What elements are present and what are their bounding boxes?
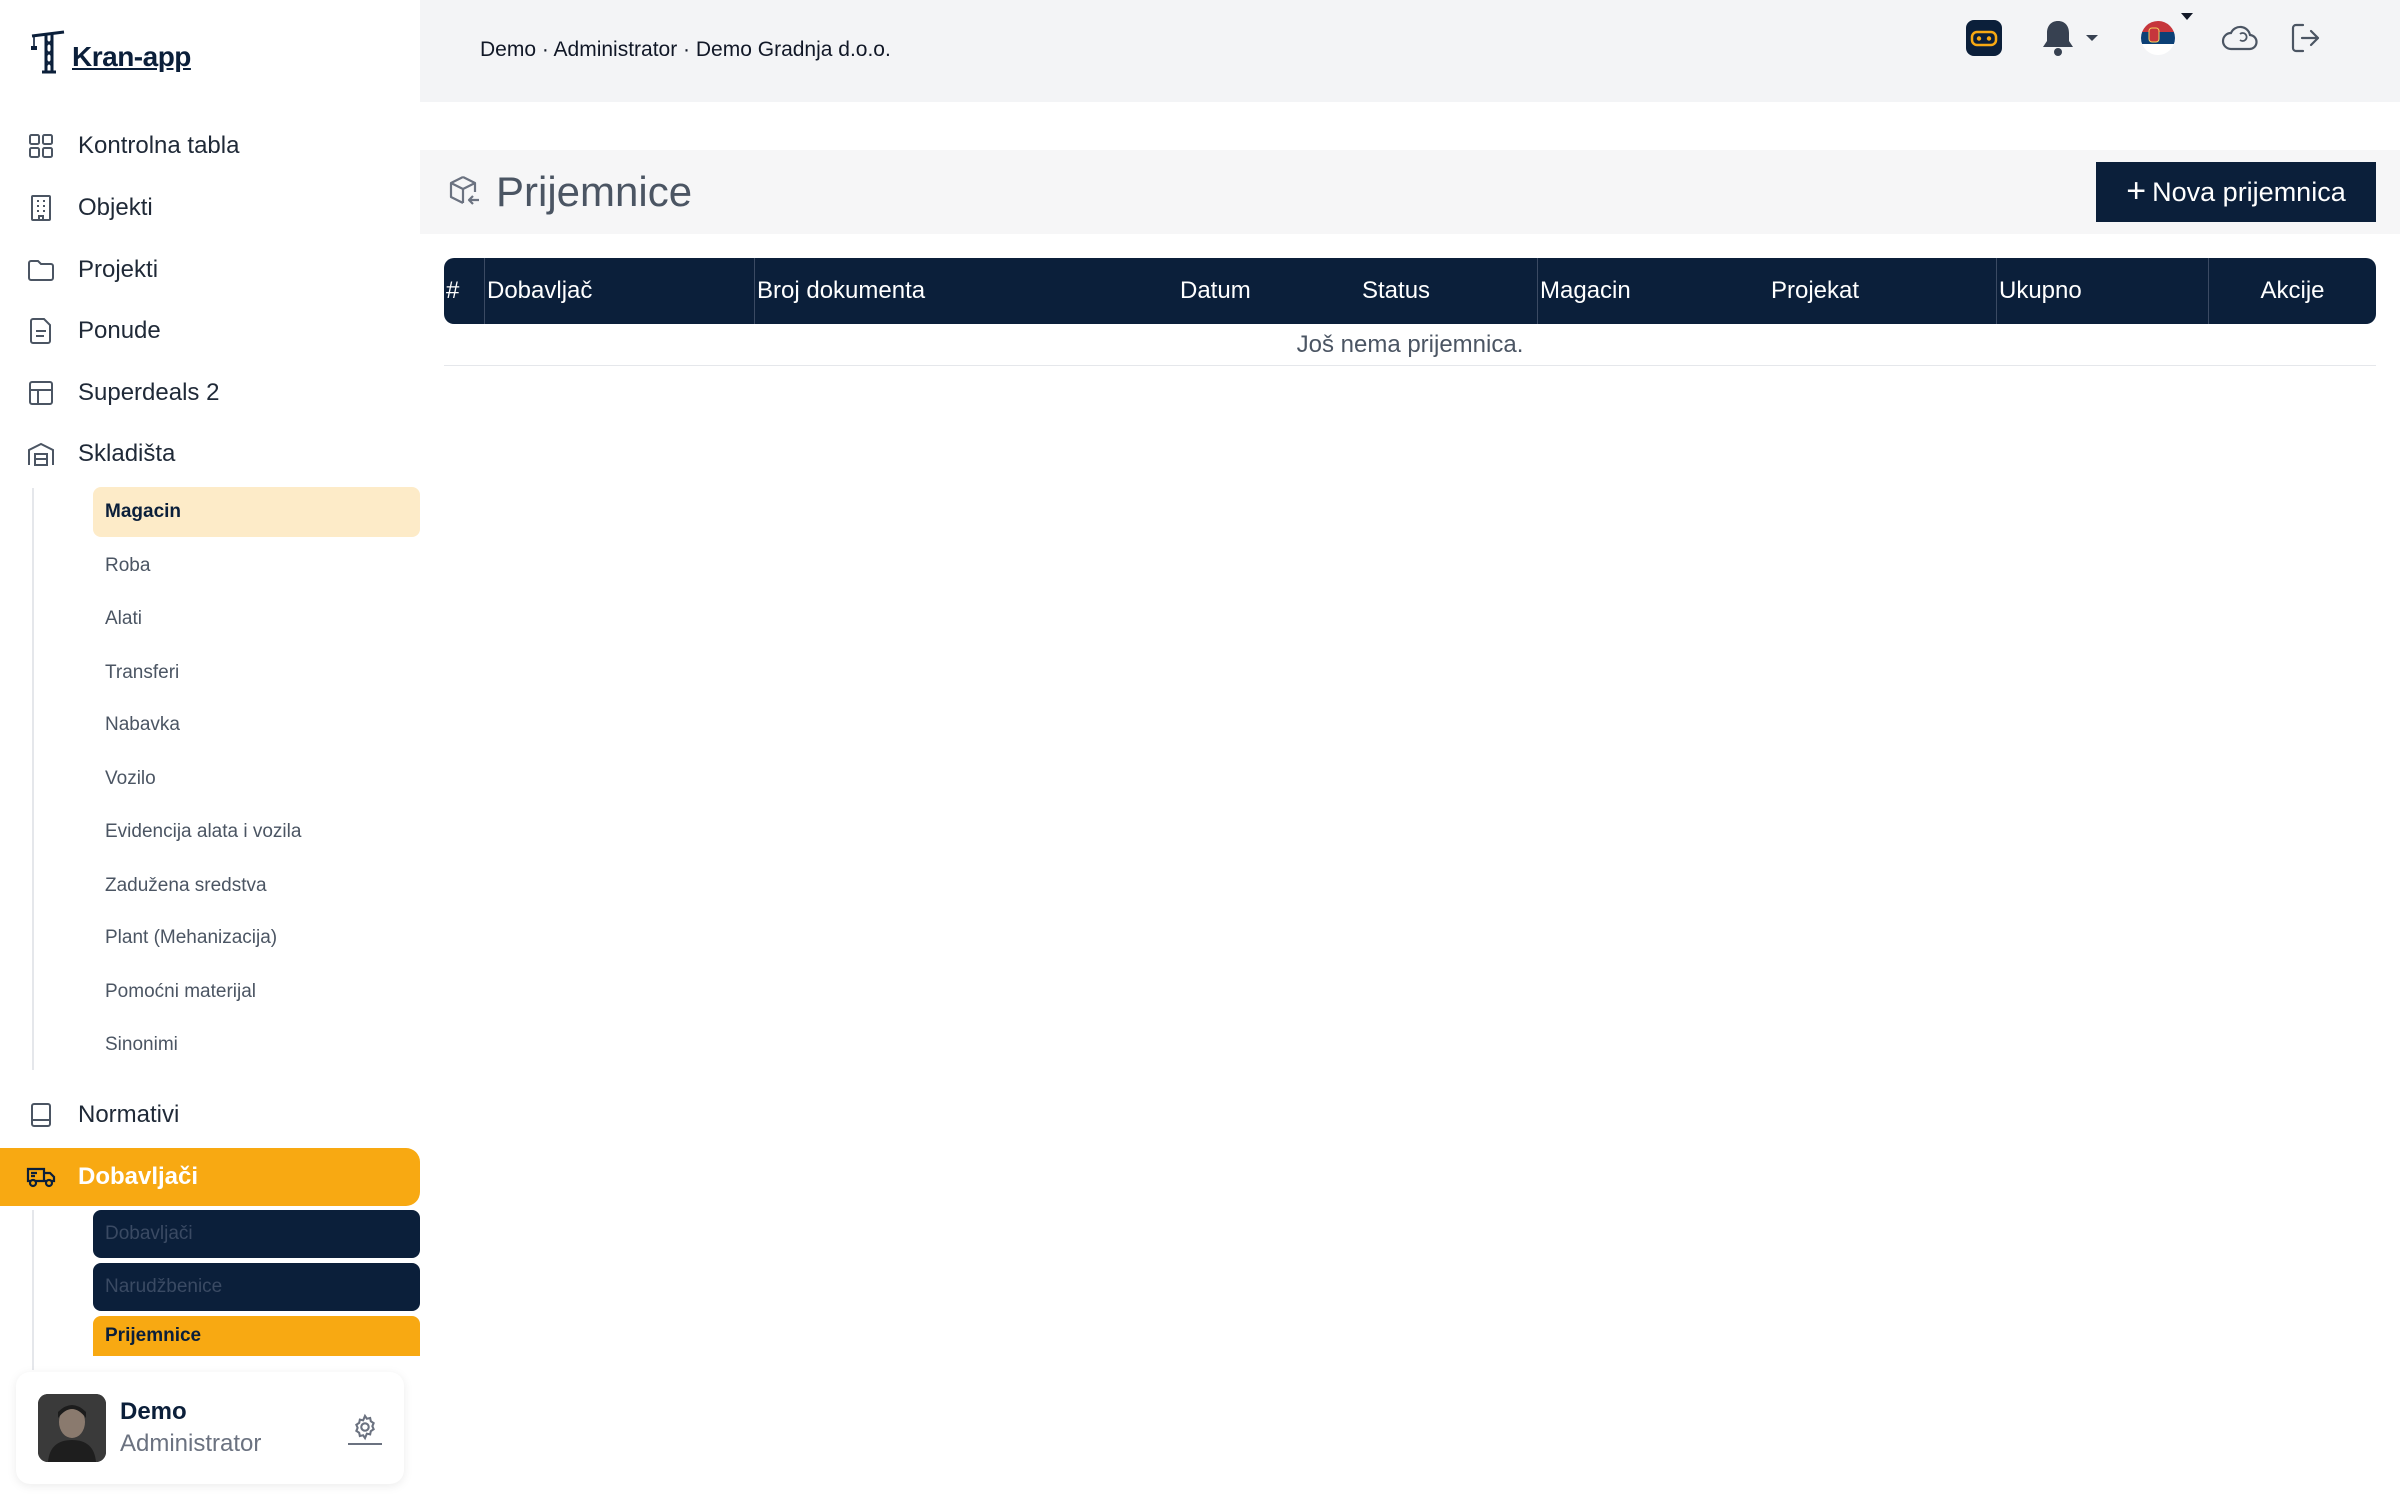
sidebar-item-label: Superdeals 2 bbox=[78, 379, 220, 406]
sidebar-subitem-pomocni-materijal[interactable]: Pomoćni materijal bbox=[93, 967, 420, 1017]
sidebar-subitem-alati[interactable]: Alati bbox=[93, 594, 420, 644]
sidebar-item-projekti[interactable]: Projekti bbox=[0, 242, 420, 298]
sidebar-subitem-plant[interactable]: Plant (Mehanizacija) bbox=[93, 913, 420, 963]
user-role: Administrator bbox=[120, 1430, 262, 1457]
logout-button[interactable] bbox=[2286, 18, 2326, 58]
sidebar-item-label: Skladišta bbox=[78, 440, 176, 467]
sidebar-subitem-evidencija[interactable]: Evidencija alata i vozila bbox=[93, 807, 420, 857]
topbar-actions bbox=[420, 0, 2400, 102]
sidebar-subitem-vozilo[interactable]: Vozilo bbox=[93, 754, 420, 804]
column-header-status[interactable]: Status bbox=[1362, 258, 1482, 324]
notifications-button[interactable] bbox=[2038, 18, 2078, 58]
gear-icon bbox=[355, 1413, 375, 1441]
vr-headset-button[interactable] bbox=[1964, 18, 2004, 58]
building-icon bbox=[26, 193, 56, 223]
sidebar-item-dobavljaci[interactable]: Dobavljači bbox=[0, 1148, 420, 1206]
logo-text: Kran-app bbox=[72, 41, 191, 72]
bell-icon bbox=[2043, 21, 2073, 56]
sidebar-item-objekti[interactable]: Objekti bbox=[0, 180, 420, 236]
column-header-broj-dokumenta[interactable]: Broj dokumenta bbox=[754, 258, 1160, 324]
serbia-flag-icon bbox=[2141, 21, 2175, 55]
sidebar-subitem-prijemnice[interactable]: Prijemnice bbox=[93, 1316, 420, 1356]
settings-button[interactable] bbox=[348, 1411, 382, 1445]
sidebar: Kran-app Kontrolna tabla Objekti Projekt… bbox=[0, 0, 420, 1500]
column-header-magacin[interactable]: Magacin bbox=[1537, 258, 1767, 324]
column-header-datum[interactable]: Datum bbox=[1180, 258, 1310, 324]
page-title-group: Prijemnice bbox=[446, 168, 692, 216]
column-header-projekat[interactable]: Projekat bbox=[1771, 258, 1971, 324]
notifications-dropdown[interactable] bbox=[2082, 18, 2102, 58]
package-receive-icon bbox=[449, 176, 479, 205]
sidebar-item-ponude[interactable]: Ponude bbox=[0, 303, 420, 359]
column-header-number[interactable]: # bbox=[444, 258, 484, 324]
new-receipt-label: Nova prijemnica bbox=[2152, 176, 2346, 207]
language-selector[interactable] bbox=[2138, 18, 2178, 58]
app-root: Kran-app Kontrolna tabla Objekti Projekt… bbox=[0, 0, 2400, 1500]
column-header-akcije[interactable]: Akcije bbox=[2208, 258, 2376, 324]
sidebar-subitem-sinonimi[interactable]: Sinonimi bbox=[93, 1020, 420, 1070]
empty-state-row: Još nema prijemnica. bbox=[444, 324, 2376, 366]
sidebar-subitem-dobavljaci[interactable]: Dobavljači bbox=[93, 1210, 420, 1258]
plus-icon: + bbox=[2126, 171, 2147, 210]
avatar[interactable] bbox=[38, 1394, 106, 1462]
sidebar-subitem-narudzbenice[interactable]: Narudžbenice bbox=[93, 1263, 420, 1311]
truck-icon bbox=[26, 1162, 56, 1192]
sidebar-subitem-transferi[interactable]: Transferi bbox=[93, 648, 420, 698]
sidebar-subitem-magacin[interactable]: Magacin bbox=[93, 487, 420, 537]
column-header-ukupno[interactable]: Ukupno bbox=[1996, 258, 2206, 324]
cloud-sync-button[interactable] bbox=[2220, 18, 2260, 58]
sidebar-item-label: Dobavljači bbox=[78, 1163, 199, 1190]
sidebar-subitem-zaduzena-sredstva[interactable]: Zadužena sredstva bbox=[93, 861, 420, 911]
folder-icon bbox=[26, 255, 56, 285]
new-receipt-button[interactable]: + Nova prijemnica bbox=[2096, 162, 2376, 222]
submenu-guide-line bbox=[32, 1210, 34, 1370]
sidebar-item-normativi[interactable]: Normativi bbox=[0, 1087, 420, 1143]
logout-icon bbox=[2291, 23, 2320, 53]
page-title: Prijemnice bbox=[496, 168, 693, 215]
caret-down-icon bbox=[2086, 35, 2098, 41]
sidebar-item-label: Normativi bbox=[78, 1101, 180, 1128]
table-icon bbox=[26, 378, 56, 408]
cloud-icon bbox=[2221, 25, 2258, 51]
sidebar-item-label: Kontrolna tabla bbox=[78, 132, 240, 159]
sidebar-subitem-nabavka[interactable]: Nabavka bbox=[93, 700, 420, 750]
sidebar-item-label: Ponude bbox=[78, 317, 161, 344]
warehouse-icon bbox=[26, 439, 56, 469]
document-icon bbox=[26, 316, 56, 346]
sidebar-subitem-roba[interactable]: Roba bbox=[93, 541, 420, 591]
receipts-table: # Dobavljač Broj dokumenta Datum Status … bbox=[444, 258, 2376, 366]
page-header: Prijemnice + Nova prijemnica bbox=[420, 150, 2400, 234]
table-header: # Dobavljač Broj dokumenta Datum Status … bbox=[444, 258, 2376, 324]
user-info: Demo Administrator bbox=[120, 1398, 348, 1458]
vr-headset-icon bbox=[1966, 20, 2002, 56]
submenu-guide-line bbox=[32, 488, 34, 1070]
sidebar-item-label: Objekti bbox=[78, 194, 153, 221]
empty-state-message: Još nema prijemnica. bbox=[1296, 330, 1524, 358]
sidebar-item-label: Projekti bbox=[78, 256, 159, 283]
dashboard-grid-icon bbox=[26, 131, 56, 161]
caret-down-icon bbox=[2181, 13, 2193, 20]
sidebar-item-kontrolna-tabla[interactable]: Kontrolna tabla bbox=[0, 118, 420, 174]
sidebar-item-superdeals[interactable]: Superdeals 2 bbox=[0, 365, 420, 421]
column-header-dobavljac[interactable]: Dobavljač bbox=[484, 258, 756, 324]
user-card: Demo Administrator bbox=[16, 1372, 404, 1484]
language-dropdown[interactable] bbox=[2178, 8, 2196, 26]
topbar: Demo · Administrator · Demo Gradnja d.o.… bbox=[420, 0, 2400, 102]
sidebar-item-skladista[interactable]: Skladišta bbox=[0, 426, 420, 482]
user-name: Demo bbox=[120, 1398, 187, 1425]
book-icon bbox=[26, 1100, 56, 1130]
crane-logo-icon bbox=[31, 30, 65, 74]
app-logo[interactable]: Kran-app bbox=[28, 28, 191, 74]
